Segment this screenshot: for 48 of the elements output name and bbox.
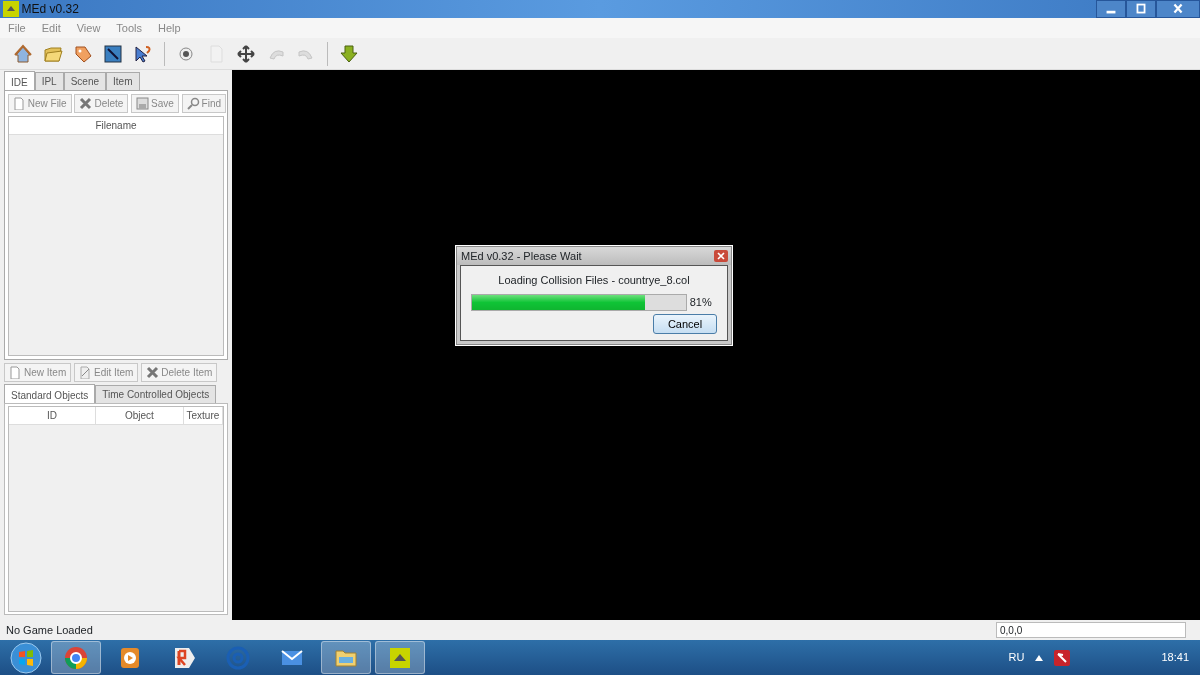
minimize-icon[interactable]: [1096, 0, 1126, 18]
new-icon: [12, 96, 26, 110]
menu-item[interactable]: Tools: [108, 18, 151, 38]
dialog-title: MEd v0.32 - Please Wait: [461, 249, 582, 264]
language-indicator[interactable]: RU: [1008, 649, 1025, 666]
dialog-message: Loading Collision Files - countrye_8.col: [497, 273, 691, 288]
column-header[interactable]: Filename: [8, 116, 224, 135]
tab[interactable]: IPL: [34, 72, 64, 90]
column-header[interactable]: ID: [8, 407, 97, 425]
save-icon: [136, 96, 150, 110]
cancel-button[interactable]: Cancel: [653, 313, 717, 334]
status-message: No Game Loaded: [6, 622, 93, 638]
window-title: MEd v0.32: [21, 1, 79, 18]
app-icon: [2, 1, 19, 17]
column-header[interactable]: Object: [96, 407, 184, 425]
new-button[interactable]: New Item: [4, 362, 72, 382]
menu-item[interactable]: File: [0, 18, 34, 38]
tray-arrow-icon[interactable]: [1035, 654, 1044, 661]
find-icon: [186, 96, 200, 110]
progress-reading: 81%: [689, 295, 712, 311]
new-button[interactable]: New File: [7, 93, 72, 113]
delete-button[interactable]: Delete: [74, 93, 129, 113]
clock[interactable]: 18:41: [1161, 649, 1189, 666]
delete-icon: [146, 365, 160, 379]
taskbar-button[interactable]: [375, 641, 425, 674]
tab[interactable]: Item: [106, 72, 140, 90]
edit-icon: [79, 365, 92, 379]
tab[interactable]: IDE: [4, 71, 35, 91]
column-header[interactable]: Texture: [183, 407, 224, 425]
delete-icon: [79, 96, 93, 110]
maximize-icon[interactable]: [1126, 0, 1156, 18]
close-icon[interactable]: [1156, 0, 1200, 18]
close-icon[interactable]: [714, 250, 729, 262]
edit-button[interactable]: Edit Item: [74, 362, 139, 382]
find-button[interactable]: Find: [181, 93, 227, 113]
browser-icon: [63, 644, 89, 671]
menu-item[interactable]: Help: [150, 18, 189, 38]
tray-app-icon[interactable]: [1054, 649, 1071, 666]
tab[interactable]: Scene: [63, 72, 107, 90]
tab[interactable]: Standard Objects: [4, 383, 96, 404]
tab[interactable]: Time Controlled Objects: [95, 384, 217, 403]
taskbar-button[interactable]: [51, 641, 101, 674]
save-button[interactable]: Save: [131, 93, 179, 113]
menu-item[interactable]: Edit: [33, 18, 69, 38]
menu-item[interactable]: View: [68, 18, 109, 38]
coordinates-field: 0,0,0: [996, 622, 1186, 638]
new-icon: [9, 365, 22, 379]
delete-button[interactable]: Delete Item: [141, 362, 218, 382]
